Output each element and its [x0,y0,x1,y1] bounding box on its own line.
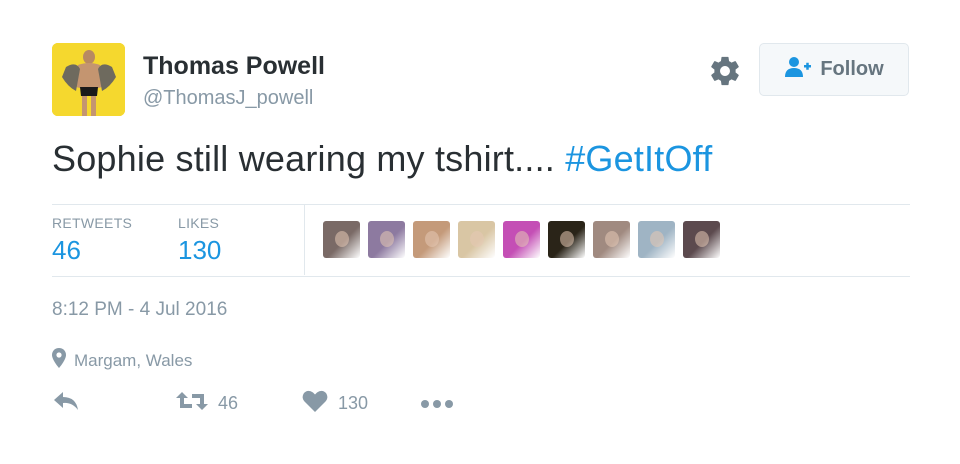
retweet-icon [176,390,208,417]
tweet-timestamp[interactable]: 8:12 PM - 4 Jul 2016 [52,299,227,321]
retweet-button[interactable]: 46 [176,388,238,418]
liker-face-icon [694,231,709,247]
retweets-label: RETWEETS [52,215,133,231]
tweet-card: Thomas Powell @ThomasJ_powell Follow Sop… [0,0,960,464]
add-user-icon [784,56,812,83]
liker-face-icon [559,231,574,247]
liker-face-icon [514,231,529,247]
liker-avatar-6[interactable] [548,221,585,258]
like-button[interactable]: 130 [302,388,368,418]
likes-stat[interactable]: LIKES 130 [178,215,221,266]
liker-avatar-5[interactable] [503,221,540,258]
liker-face-icon [379,231,394,247]
location-label: Margam, Wales [74,350,193,370]
liker-avatar-8[interactable] [638,221,675,258]
liker-avatar-4[interactable] [458,221,495,258]
location-pin-icon [52,348,66,373]
likes-value: 130 [178,235,222,265]
divider-bottom [52,276,910,277]
liker-avatar-2[interactable] [368,221,405,258]
reply-button[interactable] [52,388,80,418]
user-handle[interactable]: @ThomasJ_powell [143,87,313,110]
liker-avatar-3[interactable] [413,221,450,258]
retweet-count: 46 [218,392,239,413]
reply-icon [52,390,80,417]
tweet-body: Sophie still wearing my tshirt.... [52,138,566,179]
retweets-value: 46 [52,235,81,265]
more-button[interactable] [420,388,454,418]
avatar-image [52,43,125,116]
likes-label: LIKES [178,215,220,231]
liker-face-icon [334,231,349,247]
user-name[interactable]: Thomas Powell [143,52,325,81]
liker-avatar-9[interactable] [683,221,720,258]
divider-top [52,204,910,205]
tweet-location[interactable]: Margam, Wales [52,348,192,373]
heart-icon [302,390,328,417]
gear-icon[interactable] [708,54,742,88]
liker-avatar-7[interactable] [593,221,630,258]
tweet-text: Sophie still wearing my tshirt.... #GetI… [52,138,712,180]
liker-avatars [323,221,720,258]
follow-button-label: Follow [820,58,884,80]
liker-face-icon [469,231,484,247]
hashtag-link[interactable]: #GetItOff [565,138,712,179]
follow-button[interactable]: Follow [759,43,909,96]
liker-face-icon [424,231,439,247]
more-dots-icon [420,393,454,414]
retweets-stat[interactable]: RETWEETS 46 [52,215,132,266]
liker-avatar-1[interactable] [323,221,360,258]
tweet-actions: 46 130 [52,388,472,418]
liker-face-icon [604,231,619,247]
stats-divider [304,205,305,275]
like-count: 130 [338,392,369,413]
liker-face-icon [649,231,664,247]
avatar[interactable] [52,43,125,116]
